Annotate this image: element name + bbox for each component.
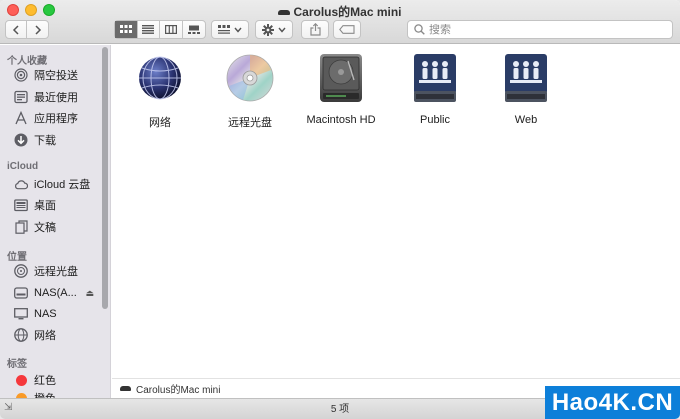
hard-drive-icon xyxy=(314,51,368,105)
item-label: Macintosh HD xyxy=(306,114,376,126)
shared-folder-icon xyxy=(499,51,553,105)
icon-view-button[interactable] xyxy=(115,21,138,38)
sidebar-item-applications[interactable]: 应用程序 xyxy=(0,108,104,128)
sidebar-item-recents[interactable]: 最近使用 xyxy=(0,87,104,107)
item-label: Public xyxy=(420,114,450,126)
finder-window: Carolus的Mac mini 搜索 个人收藏 隔空投送 最近使用 应用程序 … xyxy=(0,0,680,419)
forward-button[interactable] xyxy=(27,21,48,38)
sidebar-item-desktop[interactable]: 桌面 xyxy=(0,195,104,215)
search-icon xyxy=(414,24,425,35)
red-tag-dot xyxy=(15,374,27,386)
airdrop-icon xyxy=(14,68,28,82)
gear-icon xyxy=(262,23,274,36)
chevron-down-icon xyxy=(278,27,286,33)
share-icon xyxy=(309,23,321,36)
optical-disc-icon xyxy=(223,51,277,105)
item-public[interactable]: Public xyxy=(390,51,480,126)
network-globe-icon xyxy=(133,51,187,105)
cloud-icon xyxy=(14,177,28,191)
chevron-down-icon xyxy=(234,27,242,33)
nav-buttons xyxy=(5,20,49,39)
sidebar-item-nas-a[interactable]: NAS(A... ⏏ xyxy=(0,283,104,303)
chevron-right-icon xyxy=(34,24,41,35)
desktop-icon xyxy=(14,198,28,212)
download-icon xyxy=(14,133,28,147)
computer-icon xyxy=(278,10,291,16)
sidebar-item-network[interactable]: 网络 xyxy=(0,325,104,345)
grid-icon xyxy=(119,25,132,33)
sidebar-item-nas[interactable]: NAS xyxy=(0,304,104,324)
sidebar-item-documents[interactable]: 文稿 xyxy=(0,217,104,237)
toolbar: Carolus的Mac mini xyxy=(0,0,680,44)
shared-folder-icon xyxy=(408,51,462,105)
item-web[interactable]: Web xyxy=(481,51,571,126)
sidebar-item-downloads[interactable]: 下载 xyxy=(0,130,104,150)
tag-icon xyxy=(339,25,355,34)
sidebar: 个人收藏 隔空投送 最近使用 应用程序 下载 iCloud iCloud 云盘 … xyxy=(0,45,111,419)
applications-icon xyxy=(14,111,28,125)
group-by-dropdown[interactable] xyxy=(211,20,249,39)
network-icon xyxy=(14,328,28,342)
recents-icon xyxy=(14,90,28,104)
sidebar-item-airdrop[interactable]: 隔空投送 xyxy=(0,65,104,85)
item-label: Web xyxy=(514,114,538,126)
item-count: 5 项 xyxy=(330,404,350,415)
group-icon xyxy=(218,25,230,34)
view-mode-control xyxy=(114,20,206,39)
item-label: 远程光盘 xyxy=(228,117,272,129)
list-icon xyxy=(142,25,155,34)
sidebar-resize-icon[interactable]: ⇲ xyxy=(4,402,12,413)
section-title-icloud: iCloud xyxy=(7,161,39,172)
chevron-left-icon xyxy=(12,24,19,35)
server-icon xyxy=(14,286,28,300)
column-view-button[interactable] xyxy=(160,21,183,38)
disc-icon xyxy=(14,264,28,278)
columns-icon xyxy=(164,25,177,34)
sidebar-item-tag-red[interactable]: 红色 xyxy=(0,370,104,390)
monitor-icon xyxy=(14,307,28,321)
window-title: Carolus的Mac mini xyxy=(0,3,680,20)
search-input[interactable] xyxy=(429,23,649,36)
share-button[interactable] xyxy=(301,20,329,39)
documents-icon xyxy=(14,220,28,234)
item-label: 网络 xyxy=(149,117,171,129)
computer-icon xyxy=(120,386,131,391)
gallery-view-button[interactable] xyxy=(183,21,205,38)
list-view-button[interactable] xyxy=(138,21,160,38)
section-title-tags: 标签 xyxy=(7,359,27,370)
action-dropdown[interactable] xyxy=(255,20,293,39)
watermark: Hao4K.CN xyxy=(545,386,680,419)
item-remote-disc[interactable]: 远程光盘 xyxy=(205,51,295,130)
eject-icon[interactable]: ⏏ xyxy=(85,288,94,299)
search-field[interactable] xyxy=(407,20,673,39)
file-area: 网络 远程光盘 Macintosh HD Public Web xyxy=(112,45,680,378)
tag-button[interactable] xyxy=(333,20,361,39)
sidebar-item-remote-disc[interactable]: 远程光盘 xyxy=(0,261,104,281)
sidebar-item-icloud-drive[interactable]: iCloud 云盘 xyxy=(0,174,104,194)
gallery-icon xyxy=(187,25,200,34)
back-button[interactable] xyxy=(6,21,28,38)
item-macintosh-hd[interactable]: Macintosh HD xyxy=(296,51,386,126)
item-network[interactable]: 网络 xyxy=(115,51,205,130)
